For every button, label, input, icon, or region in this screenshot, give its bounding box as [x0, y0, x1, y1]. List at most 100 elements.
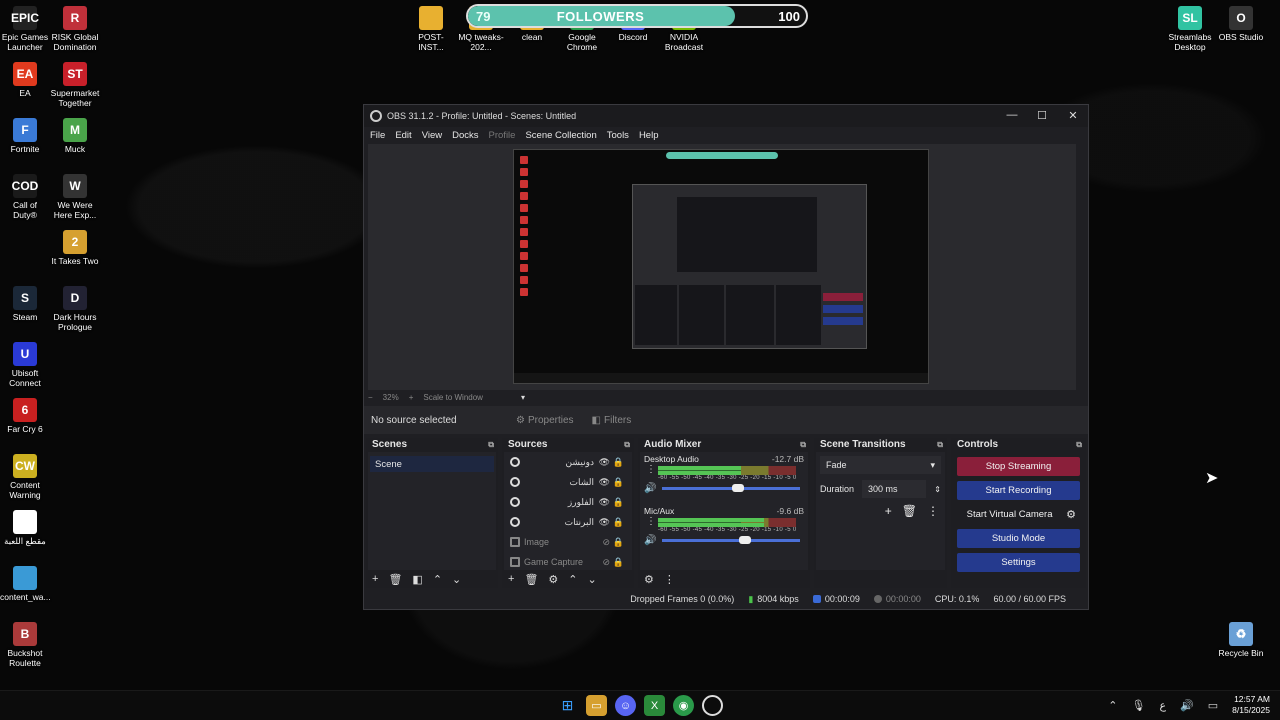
- source-item[interactable]: الشات 👁 🔒: [504, 472, 632, 492]
- trash-icon[interactable]: 🗑: [902, 504, 917, 518]
- undock-icon[interactable]: ⧉: [800, 440, 806, 450]
- scene-item[interactable]: Scene: [370, 456, 494, 472]
- undock-icon[interactable]: ⧉: [937, 440, 943, 450]
- eye-icon[interactable]: 👁: [599, 517, 610, 528]
- menu-item-profile[interactable]: Profile: [489, 130, 516, 141]
- obs-titlebar[interactable]: OBS 31.1.2 - Profile: Untitled - Scenes:…: [364, 105, 1088, 127]
- gear-icon[interactable]: ⚙: [548, 573, 558, 586]
- eye-hidden-icon[interactable]: ⊘: [602, 557, 610, 568]
- start-recording-button[interactable]: Start Recording: [957, 481, 1080, 500]
- lock-icon[interactable]: 🔒: [613, 497, 624, 508]
- more-icon[interactable]: ⋮: [646, 464, 656, 475]
- eye-icon[interactable]: 👁: [599, 477, 610, 488]
- transition-select[interactable]: Fade ▾: [820, 456, 941, 474]
- desktop-icon[interactable]: 6 Far Cry 6: [0, 398, 50, 434]
- desktop-icon[interactable]: M Muck: [50, 118, 100, 154]
- maximize-icon[interactable]: ☐: [1035, 109, 1049, 122]
- desktop-icon[interactable]: O OBS Studio: [1216, 6, 1266, 42]
- undock-icon[interactable]: ⧉: [624, 440, 630, 450]
- more-icon[interactable]: ⋮: [664, 573, 675, 586]
- scale-mode-chevron-icon[interactable]: ▾: [521, 393, 525, 402]
- obs-taskbar-icon[interactable]: [702, 695, 723, 716]
- speaker-icon[interactable]: 🔊: [1180, 699, 1194, 712]
- chevron-up-icon[interactable]: ⌃: [433, 573, 442, 586]
- desktop-icon[interactable]: SL Streamlabs Desktop: [1165, 6, 1215, 52]
- menu-item-scene-collection[interactable]: Scene Collection: [525, 130, 596, 141]
- desktop-icon[interactable]: 2 It Takes Two: [50, 230, 100, 266]
- desktop-icon[interactable]: content_wa...: [0, 566, 51, 602]
- menu-item-file[interactable]: File: [370, 130, 385, 141]
- speaker-icon[interactable]: 🔊: [644, 483, 656, 494]
- start-icon[interactable]: ⊞: [557, 695, 578, 716]
- menu-item-tools[interactable]: Tools: [607, 130, 629, 141]
- advanced-audio-icon[interactable]: ⚙: [644, 573, 654, 586]
- desktop-icon[interactable]: EPIC Epic Games Launcher: [0, 6, 50, 52]
- undock-icon[interactable]: ⧉: [1076, 440, 1082, 450]
- add-icon[interactable]: +: [372, 573, 378, 585]
- desktop-icon[interactable]: POST-INST...: [406, 6, 456, 52]
- menu-item-view[interactable]: View: [422, 130, 442, 141]
- virtual-camera-settings-icon[interactable]: ⚙: [1066, 508, 1076, 521]
- trash-icon[interactable]: 🗑: [524, 573, 538, 586]
- clock[interactable]: 12:57 AM 8/15/2025: [1232, 694, 1270, 716]
- xbox-icon[interactable]: X: [644, 695, 665, 716]
- studio-mode-button[interactable]: Studio Mode: [957, 529, 1080, 548]
- desktop-icon[interactable]: R RISK Global Domination: [50, 6, 100, 52]
- slider-knob[interactable]: [738, 536, 751, 544]
- chevron-up-icon[interactable]: ⌃: [568, 573, 577, 586]
- source-item[interactable]: البرنتات 👁 🔒: [504, 512, 632, 532]
- lock-icon[interactable]: 🔒: [613, 557, 624, 568]
- desktop-icon[interactable]: F Fortnite: [0, 118, 50, 154]
- add-icon[interactable]: +: [508, 573, 514, 585]
- discord-icon[interactable]: ☺: [615, 695, 636, 716]
- start-virtual-camera-button[interactable]: Start Virtual Camera: [957, 505, 1063, 524]
- trash-icon[interactable]: 🗑: [388, 573, 402, 586]
- undock-icon[interactable]: ⧉: [488, 440, 494, 450]
- desktop-icon[interactable]: S Steam: [0, 286, 50, 322]
- desktop-icon[interactable]: ♻ Recycle Bin: [1216, 622, 1266, 658]
- close-icon[interactable]: ✕: [1066, 109, 1080, 122]
- chrome-icon[interactable]: ◉: [673, 695, 694, 716]
- duration-stepper-icon[interactable]: ⇕: [934, 485, 941, 494]
- desktop-icon[interactable]: مقطع اللعبة: [0, 510, 50, 546]
- source-item[interactable]: Image ⊘ 🔒: [504, 532, 632, 552]
- eye-hidden-icon[interactable]: ⊘: [602, 537, 610, 548]
- zoom-in-icon[interactable]: +: [409, 393, 414, 402]
- more-icon[interactable]: ⋮: [646, 516, 656, 527]
- scale-mode-select[interactable]: Scale to Window: [423, 393, 483, 402]
- eye-icon[interactable]: 👁: [599, 457, 610, 468]
- filter-icon[interactable]: ◧: [412, 573, 422, 586]
- file-explorer-icon[interactable]: ▭: [586, 695, 607, 716]
- desktop-icon[interactable]: B Buckshot Roulette: [0, 622, 50, 668]
- volume-slider[interactable]: [662, 536, 800, 544]
- settings-button[interactable]: Settings: [957, 553, 1080, 572]
- source-item[interactable]: Game Capture ⊘ 🔒: [504, 552, 632, 570]
- speaker-icon[interactable]: 🔊: [644, 535, 656, 546]
- language-indicator[interactable]: ع: [1159, 699, 1166, 712]
- desktop-icon[interactable]: W We Were Here Exp...: [50, 174, 100, 220]
- desktop-icon[interactable]: U Ubisoft Connect: [0, 342, 50, 388]
- lock-icon[interactable]: 🔒: [613, 477, 624, 488]
- preview-area[interactable]: [368, 144, 1076, 390]
- desktop-icon[interactable]: ST Supermarket Together: [50, 62, 100, 108]
- desktop-icon[interactable]: CW Content Warning: [0, 454, 50, 500]
- preview-canvas[interactable]: [513, 149, 929, 384]
- volume-slider[interactable]: [662, 484, 800, 492]
- chevron-down-icon[interactable]: ⌄: [588, 573, 597, 586]
- source-item[interactable]: دونيشن 👁 🔒: [504, 452, 632, 472]
- battery-icon[interactable]: ▭: [1208, 699, 1218, 712]
- duration-input[interactable]: 300 ms: [862, 480, 927, 498]
- lock-icon[interactable]: 🔒: [613, 517, 624, 528]
- lock-icon[interactable]: 🔒: [613, 457, 624, 468]
- properties-button[interactable]: ⚙ Properties: [516, 415, 574, 426]
- add-icon[interactable]: +: [885, 504, 892, 518]
- stop-streaming-button[interactable]: Stop Streaming: [957, 457, 1080, 476]
- desktop-icon[interactable]: EA EA: [0, 62, 50, 98]
- more-icon[interactable]: ⋮: [927, 504, 939, 518]
- chevron-down-icon[interactable]: ⌄: [452, 573, 461, 586]
- desktop-icon[interactable]: D Dark Hours Prologue: [50, 286, 100, 332]
- lock-icon[interactable]: 🔒: [613, 537, 624, 548]
- desktop-icon[interactable]: COD Call of Duty®: [0, 174, 50, 220]
- eye-icon[interactable]: 👁: [599, 497, 610, 508]
- microphone-icon[interactable]: 🎙: [1132, 699, 1146, 712]
